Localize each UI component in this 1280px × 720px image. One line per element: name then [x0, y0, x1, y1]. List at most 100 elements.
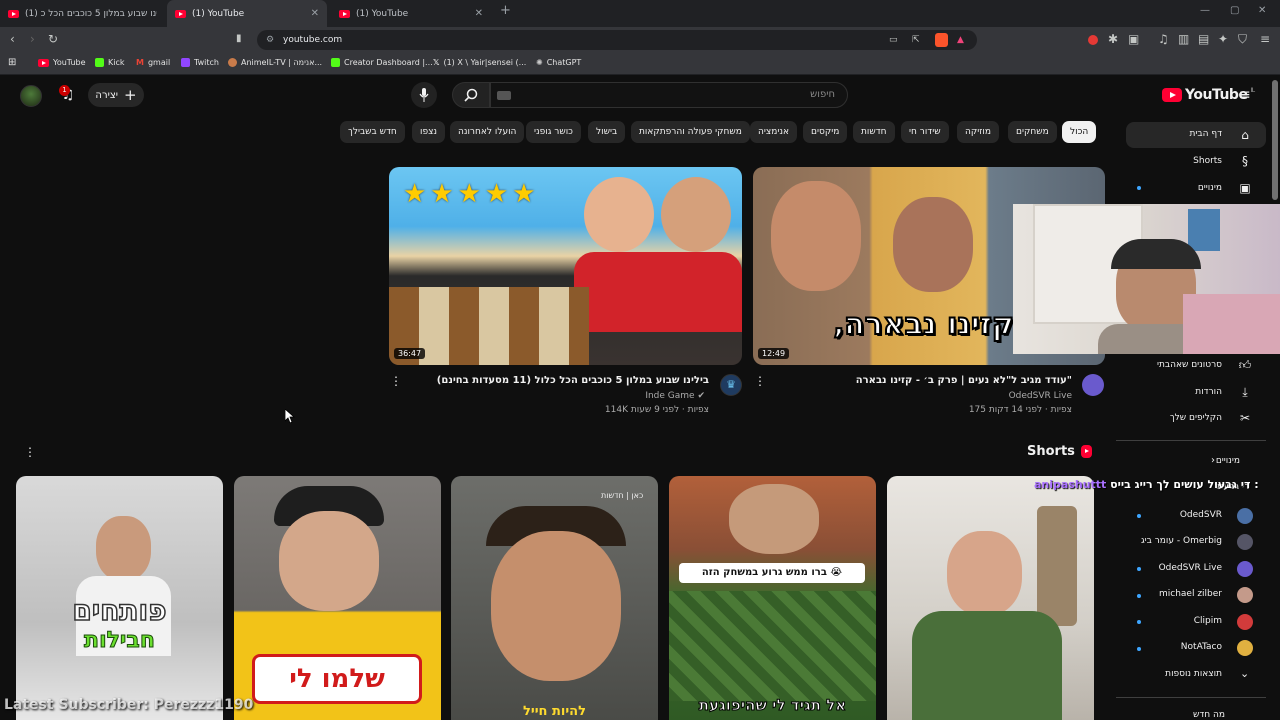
search-icon	[464, 88, 478, 102]
hair-graphic	[1111, 239, 1201, 269]
bookmark-animeil[interactable]: AnimeIL-TV | אנימה...	[228, 58, 322, 67]
short-card[interactable]: שלמו לי	[234, 476, 441, 720]
bookmark-chatgpt[interactable]: ✺ ChatGPT	[536, 58, 581, 67]
bookmark-twitch[interactable]: Twitch	[181, 58, 219, 67]
media-icon[interactable]: ♫	[1158, 32, 1169, 46]
leo-ai-icon[interactable]: ✦	[1218, 32, 1228, 46]
short-card[interactable]: פותחים חבילות	[16, 476, 223, 720]
sidebar-channel[interactable]: Clipim	[1194, 616, 1222, 626]
share-icon[interactable]: ⇱	[912, 30, 920, 50]
apps-icon[interactable]: ⊞	[8, 57, 16, 68]
like-icon[interactable]: 👍︎	[1238, 358, 1252, 372]
bookmark-creator-dashboard[interactable]: Creator Dashboard |...	[331, 58, 433, 67]
close-window-icon[interactable]: ✕	[1258, 5, 1266, 16]
address-bar[interactable]: ⚙ youtube.com ▭ ⇱ ▲	[257, 30, 977, 50]
subscriptions-heading[interactable]: מינויים	[1216, 456, 1240, 466]
sidebar-item-liked[interactable]: סרטונים שאהבתי	[1157, 360, 1222, 370]
sidebar-section-heading[interactable]: מה חדש	[1193, 710, 1225, 720]
channel-name[interactable]: Inde Game	[645, 391, 694, 401]
sidebar-channel[interactable]: NotATaco	[1181, 642, 1222, 652]
subscriptions-icon[interactable]: ▣	[1238, 181, 1252, 195]
avatar[interactable]	[20, 85, 42, 107]
sidebar-item-downloads[interactable]: הורדות	[1195, 387, 1222, 397]
close-tab-icon[interactable]: ✕	[475, 8, 483, 19]
sidebar-item-clips[interactable]: הקליפים שלך	[1170, 413, 1222, 423]
menu-icon[interactable]: ≡	[1260, 32, 1270, 46]
shorts-icon[interactable]: §	[1238, 154, 1252, 168]
bookmark-kick[interactable]: Kick	[95, 58, 125, 67]
show-more-button[interactable]: תוצאות נוספות	[1165, 669, 1222, 679]
guide-menu-icon[interactable]: ≡	[1239, 88, 1252, 102]
video-title[interactable]: בילינו שבוע במלון 5 כוכבים הכל כלול (11 …	[437, 375, 709, 386]
chip-gaming[interactable]: משחקים	[1008, 121, 1057, 143]
site-info-icon[interactable]: ⚙	[266, 30, 274, 50]
youtube-masthead: ♫ 1 יצירה + חיפוש YouTube IL ≡	[0, 75, 1280, 117]
more-options-icon[interactable]: ⋮	[754, 375, 766, 387]
video-duration: 12:49	[758, 348, 790, 359]
bookmark-icon[interactable]: ▮	[236, 32, 242, 46]
short-card[interactable]	[887, 476, 1094, 720]
scissors-icon[interactable]: ✂	[1238, 411, 1252, 425]
forward-icon[interactable]: ›	[30, 32, 35, 46]
browser-tab-active[interactable]: (1) YouTube ✕	[167, 0, 327, 27]
chip-fitness[interactable]: כושר גופני	[526, 121, 581, 143]
channel-name[interactable]: OdedSVR Live	[1009, 391, 1072, 401]
more-options-icon[interactable]: ⋮	[390, 375, 402, 387]
stars-graphic: ★★★★★	[403, 179, 540, 209]
video-thumbnail[interactable]: ★★★★★ 36:47	[389, 167, 742, 365]
channel-avatar[interactable]	[1082, 374, 1104, 396]
extension-icon[interactable]: ▣	[1128, 32, 1139, 46]
sidebar-channel[interactable]: OdedSVR	[1180, 510, 1222, 520]
extensions-icon[interactable]: ✱	[1108, 32, 1118, 46]
minimize-icon[interactable]: —	[1200, 5, 1210, 16]
search-button[interactable]	[452, 82, 490, 108]
new-tab-icon[interactable]: +	[500, 3, 511, 18]
create-button[interactable]: יצירה +	[88, 83, 144, 107]
extension-record-icon[interactable]	[1088, 35, 1098, 45]
shirt-graphic	[912, 611, 1062, 720]
bookmark-x[interactable]: 𝕏 (1) X \ Yair|sensei (...	[433, 58, 526, 67]
chip-recently-uploaded[interactable]: הועלו לאחרונה	[450, 121, 525, 143]
video-title[interactable]: עודד מגיב ל"לא נעים | פרק ב׳ - קזינו נבא…	[856, 375, 1072, 386]
keyboard-icon[interactable]	[497, 91, 511, 100]
bookmark-gmail[interactable]: Mgmail	[136, 58, 170, 67]
short-card[interactable]: כאן | חדשות להיות חייל	[451, 476, 658, 720]
wallet-icon[interactable]: ▤	[1198, 32, 1209, 46]
close-tab-icon[interactable]: ✕	[311, 8, 319, 19]
chip-action-adventure[interactable]: משחקי פעולה והרפתקאות	[631, 121, 750, 143]
browser-tab[interactable]: (1) YouTube ✕	[331, 0, 491, 27]
chip-live[interactable]: שידור חי	[901, 121, 949, 143]
sidebar-item-subscriptions[interactable]: מינויים	[1198, 183, 1222, 193]
browser-tab[interactable]: (1) בילינו שבוע במלון 5 כוכבים הכל כ...	[0, 0, 165, 27]
short-card[interactable]: ברו ממש גרוע במשחק הזה 😭 אל תגיד לי שהיפ…	[669, 476, 876, 720]
person-face	[279, 511, 379, 611]
sidebar-item-shorts[interactable]: Shorts	[1193, 156, 1222, 166]
vpn-icon[interactable]: ⛉	[1238, 32, 1247, 46]
bookmark-youtube[interactable]: YouTube	[38, 58, 86, 67]
back-icon[interactable]: ‹	[10, 32, 15, 46]
brave-shield-icon[interactable]	[935, 33, 948, 47]
sidebar-channel[interactable]: עומר ביג - Omerbig	[1141, 536, 1222, 546]
chip-new-to-you[interactable]: חדש בשבילך	[340, 121, 405, 143]
sidebar-channel[interactable]: OdedSVR Live	[1159, 563, 1222, 573]
chip-cooking[interactable]: בישול	[588, 121, 626, 143]
download-icon[interactable]: ⤓	[1238, 385, 1252, 399]
reload-icon[interactable]: ↻	[48, 32, 58, 46]
chatgpt-icon: ✺	[536, 58, 543, 67]
search-input[interactable]: חיפוש	[490, 82, 848, 108]
chip-watched[interactable]: נצפו	[412, 121, 446, 143]
chip-all[interactable]: הכול	[1062, 121, 1097, 143]
rewards-icon[interactable]: ▲	[957, 30, 964, 50]
channel-avatar[interactable]: ♛	[720, 374, 742, 396]
chip-animation[interactable]: אנימציה	[750, 121, 797, 143]
chip-music[interactable]: מוזיקה	[957, 121, 999, 143]
sidebar-channel[interactable]: michael zilber	[1159, 589, 1222, 599]
chip-mixes[interactable]: מיקסים	[803, 121, 848, 143]
maximize-icon[interactable]: ▢	[1230, 5, 1239, 16]
page-scrollbar[interactable]	[1272, 80, 1278, 200]
sidebar-icon[interactable]: ▥	[1178, 32, 1189, 46]
cast-icon[interactable]: ▭	[889, 30, 898, 50]
shorts-more-options-icon[interactable]: ⋮	[24, 446, 36, 458]
voice-search-button[interactable]	[411, 82, 437, 108]
chip-news[interactable]: חדשות	[853, 121, 895, 143]
